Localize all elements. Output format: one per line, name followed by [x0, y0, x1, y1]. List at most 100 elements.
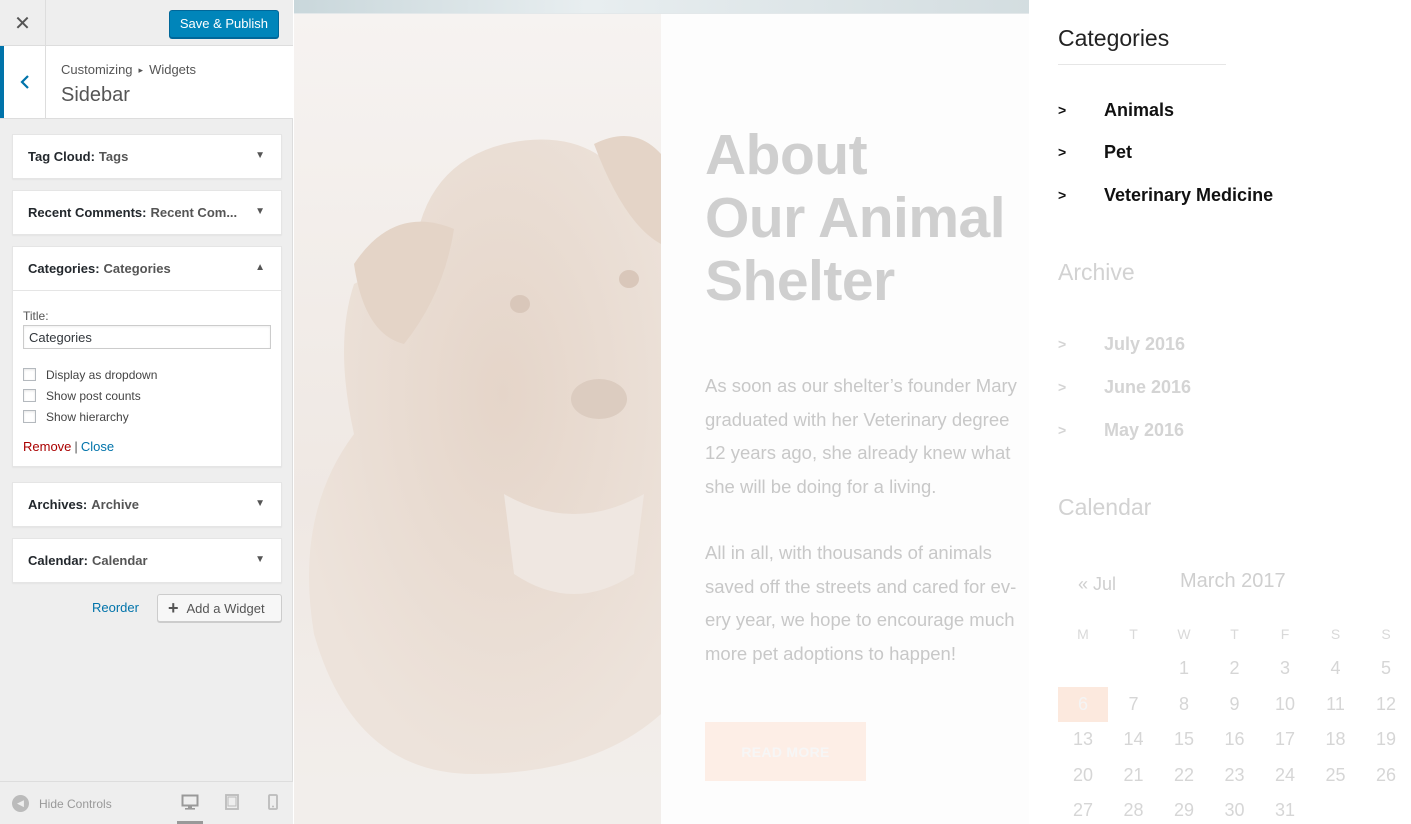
calendar-weekday: F [1280, 626, 1290, 642]
post-counts-checkbox[interactable] [23, 389, 36, 402]
preview-mobile-button[interactable] [260, 794, 286, 816]
add-widget-label: Add a Widget [186, 600, 265, 616]
calendar-day: 31 [1274, 800, 1296, 820]
widget-tag-cloud: Tag Cloud: Tags ▼ [12, 134, 282, 179]
calendar-weekday: W [1177, 626, 1191, 642]
section-header: Customizing ▸ Widgets Sidebar [0, 46, 293, 119]
add-widget-button[interactable]: + Add a Widget [157, 594, 282, 622]
reorder-link[interactable]: Reorder [92, 600, 139, 615]
dropdown-checkbox[interactable] [23, 368, 36, 381]
widget-header[interactable]: Recent Comments: Recent Com... ▼ [13, 191, 281, 234]
category-link[interactable]: > Pet [1058, 139, 1132, 165]
checkbox-row[interactable]: Show post counts [23, 385, 271, 406]
chevron-right-icon: > [1058, 144, 1067, 160]
expand-arrow-icon[interactable]: ▼ [255, 498, 265, 509]
calendar-month: March 2017 [1180, 570, 1286, 592]
widget-type: Calendar: [28, 553, 88, 568]
save-publish-button[interactable]: Save & Publish [168, 10, 279, 38]
checkbox-row[interactable]: Show hierarchy [23, 406, 271, 427]
calendar-day: 28 [1123, 800, 1144, 820]
expand-arrow-icon[interactable]: ▼ [255, 150, 265, 161]
calendar-day: 14 [1123, 729, 1144, 749]
title-input[interactable] [23, 325, 271, 349]
calendar-day: 10 [1274, 693, 1296, 714]
widget-type: Archives: [28, 497, 88, 512]
action-separator: | [74, 439, 78, 454]
category-link[interactable]: > Veterinary Medicine [1058, 182, 1273, 208]
calendar-day: 22 [1173, 764, 1195, 785]
widget-header[interactable]: Tag Cloud: Tags ▼ [13, 135, 281, 178]
calendar-weekday: M [1077, 626, 1089, 642]
tablet-icon [225, 794, 239, 810]
widget-type: Categories: [28, 261, 100, 276]
breadcrumb-separator-icon: ▸ [138, 65, 144, 75]
about-heading: About Our Animal Shelter [705, 124, 1006, 313]
widget-form: Title: Display as dropdown Show post cou… [13, 290, 281, 466]
archive-label: May 2016 [1104, 419, 1185, 440]
widget-instance-title: Tags [98, 149, 129, 164]
chevron-right-icon: > [1058, 422, 1067, 438]
categories-widget-title: Categories [1058, 25, 1170, 51]
category-label: Animals [1104, 99, 1175, 120]
calendar-day: 17 [1274, 729, 1296, 749]
close-link[interactable]: Close [81, 439, 114, 454]
archive-link[interactable]: > July 2016 [1058, 331, 1185, 357]
preview-desktop-button[interactable] [177, 794, 203, 824]
archive-link[interactable]: > May 2016 [1058, 417, 1184, 443]
calendar-weekday: T [1230, 626, 1239, 642]
header-image-strip [294, 0, 1029, 14]
chevron-right-icon: > [1058, 187, 1067, 203]
calendar-day: 30 [1224, 800, 1245, 820]
site-preview: About Our Animal Shelter As soon as our … [294, 0, 1411, 824]
breadcrumb-item: Widgets [149, 62, 197, 77]
widget-header[interactable]: Archives: Archive ▼ [13, 483, 281, 526]
collapse-arrow-icon: ◀ [12, 795, 29, 812]
archive-link[interactable]: > June 2016 [1058, 374, 1191, 400]
heading-line: Shelter [705, 249, 895, 313]
read-more-button[interactable]: READ MORE [705, 722, 866, 781]
hierarchy-checkbox[interactable] [23, 410, 36, 423]
desktop-icon [181, 794, 199, 810]
title-divider [1058, 64, 1226, 65]
back-button[interactable] [0, 46, 46, 118]
calendar-day: 3 [1279, 658, 1290, 678]
remove-link[interactable]: Remove [23, 439, 71, 454]
widget-instance-title: Calendar [91, 553, 148, 568]
widget-header[interactable]: Categories: Categories ▲ [13, 247, 281, 290]
widget-categories: Categories: Categories ▲ Title: Display … [12, 246, 282, 467]
calendar-day: 11 [1326, 693, 1345, 714]
archive-label: June 2016 [1104, 376, 1192, 397]
about-paragraph: All in all, with thousands of animals sa… [705, 542, 1017, 664]
calendar-day: 9 [1229, 693, 1240, 714]
calendar-weekday: S [1381, 626, 1391, 642]
widget-recent-comments: Recent Comments: Recent Com... ▼ [12, 190, 282, 235]
calendar-day: 5 [1380, 658, 1391, 678]
calendar-day: 15 [1173, 729, 1195, 749]
collapse-arrow-icon[interactable]: ▲ [255, 262, 265, 273]
widget-header[interactable]: Calendar: Calendar ▼ [13, 539, 281, 582]
widget-type: Recent Comments: [28, 205, 147, 220]
chevron-right-icon: > [1058, 336, 1067, 352]
calendar-day: 21 [1123, 764, 1144, 785]
archive-widget-title: Archive [1058, 259, 1135, 285]
hide-controls-button[interactable]: ◀ Hide Controls [12, 795, 112, 812]
expand-arrow-icon[interactable]: ▼ [255, 554, 265, 565]
expand-arrow-icon[interactable]: ▼ [255, 206, 265, 217]
calendar-day-today: 6 [1058, 686, 1108, 722]
preview-tablet-button[interactable] [219, 794, 245, 816]
breadcrumb: Customizing ▸ Widgets [61, 62, 196, 77]
calendar-day: 26 [1375, 764, 1397, 785]
title-label: Title: [23, 309, 49, 323]
calendar-day: 12 [1375, 693, 1397, 714]
category-link[interactable]: > Animals [1058, 97, 1174, 123]
close-icon: ✕ [14, 12, 31, 35]
section-title: Sidebar [61, 84, 130, 106]
close-customizer-button[interactable]: ✕ [0, 0, 46, 46]
calendar-day: 29 [1173, 800, 1195, 820]
checkbox-row[interactable]: Display as dropdown [23, 364, 271, 385]
category-label: Pet [1104, 141, 1133, 162]
calendar-prev-link[interactable]: « Jul [1078, 574, 1116, 595]
calendar-day: 25 [1325, 764, 1346, 785]
puppy-illustration [294, 136, 661, 824]
panel-header: ✕ Save & Publish [0, 0, 293, 46]
